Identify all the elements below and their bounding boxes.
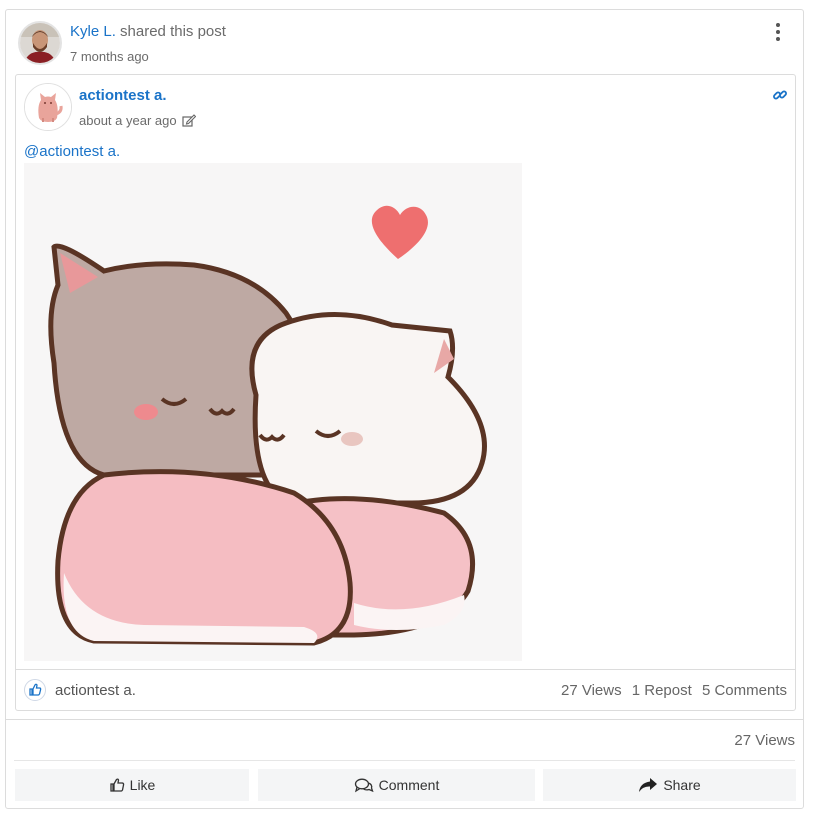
repost-count[interactable]: 1 Repost [632, 682, 692, 699]
divider [14, 760, 795, 761]
post-stats: 27 Views 1 Repost 5 Comments [555, 682, 787, 699]
sharer-name[interactable]: Kyle L. [70, 23, 116, 40]
shared-post-card: Kyle L. shared this post 7 months ago ac… [5, 9, 804, 809]
post-reactions-bar: actiontest a. 27 Views 1 Repost 5 Commen… [16, 669, 795, 712]
comments-count[interactable]: 5 Comments [702, 682, 787, 699]
share-timestamp[interactable]: 7 months ago [70, 49, 149, 64]
share-button[interactable]: Share [543, 769, 796, 801]
comments-icon [354, 777, 374, 793]
permalink-icon[interactable] [772, 87, 788, 103]
post-image[interactable] [24, 163, 522, 661]
edit-icon [182, 114, 197, 130]
comment-label: Comment [378, 777, 440, 793]
more-options-icon[interactable] [771, 21, 785, 43]
post-time-text[interactable]: about a year ago [79, 113, 177, 128]
share-action-text: shared this post [120, 23, 226, 40]
post-timestamp: about a year ago [79, 113, 197, 130]
divider [6, 719, 803, 720]
share-views-count: 27 Views [734, 732, 795, 749]
share-attribution: Kyle L. shared this post [70, 23, 226, 40]
thumbs-up-icon [109, 777, 125, 793]
thumbs-up-icon[interactable] [24, 679, 46, 701]
author-name[interactable]: actiontest a. [79, 87, 167, 104]
original-post: actiontest a. about a year ago @actionte… [15, 74, 796, 711]
author-avatar[interactable] [24, 83, 72, 131]
share-arrow-icon [638, 777, 658, 793]
sharer-avatar[interactable] [18, 21, 62, 65]
comment-button[interactable]: Comment [258, 769, 535, 801]
like-button[interactable]: Like [15, 769, 249, 801]
views-count: 27 Views [560, 682, 622, 699]
like-label: Like [129, 777, 156, 793]
mention-link[interactable]: @actiontest a. [24, 143, 120, 160]
liker-name[interactable]: actiontest a. [55, 682, 136, 699]
share-label: Share [663, 777, 701, 793]
